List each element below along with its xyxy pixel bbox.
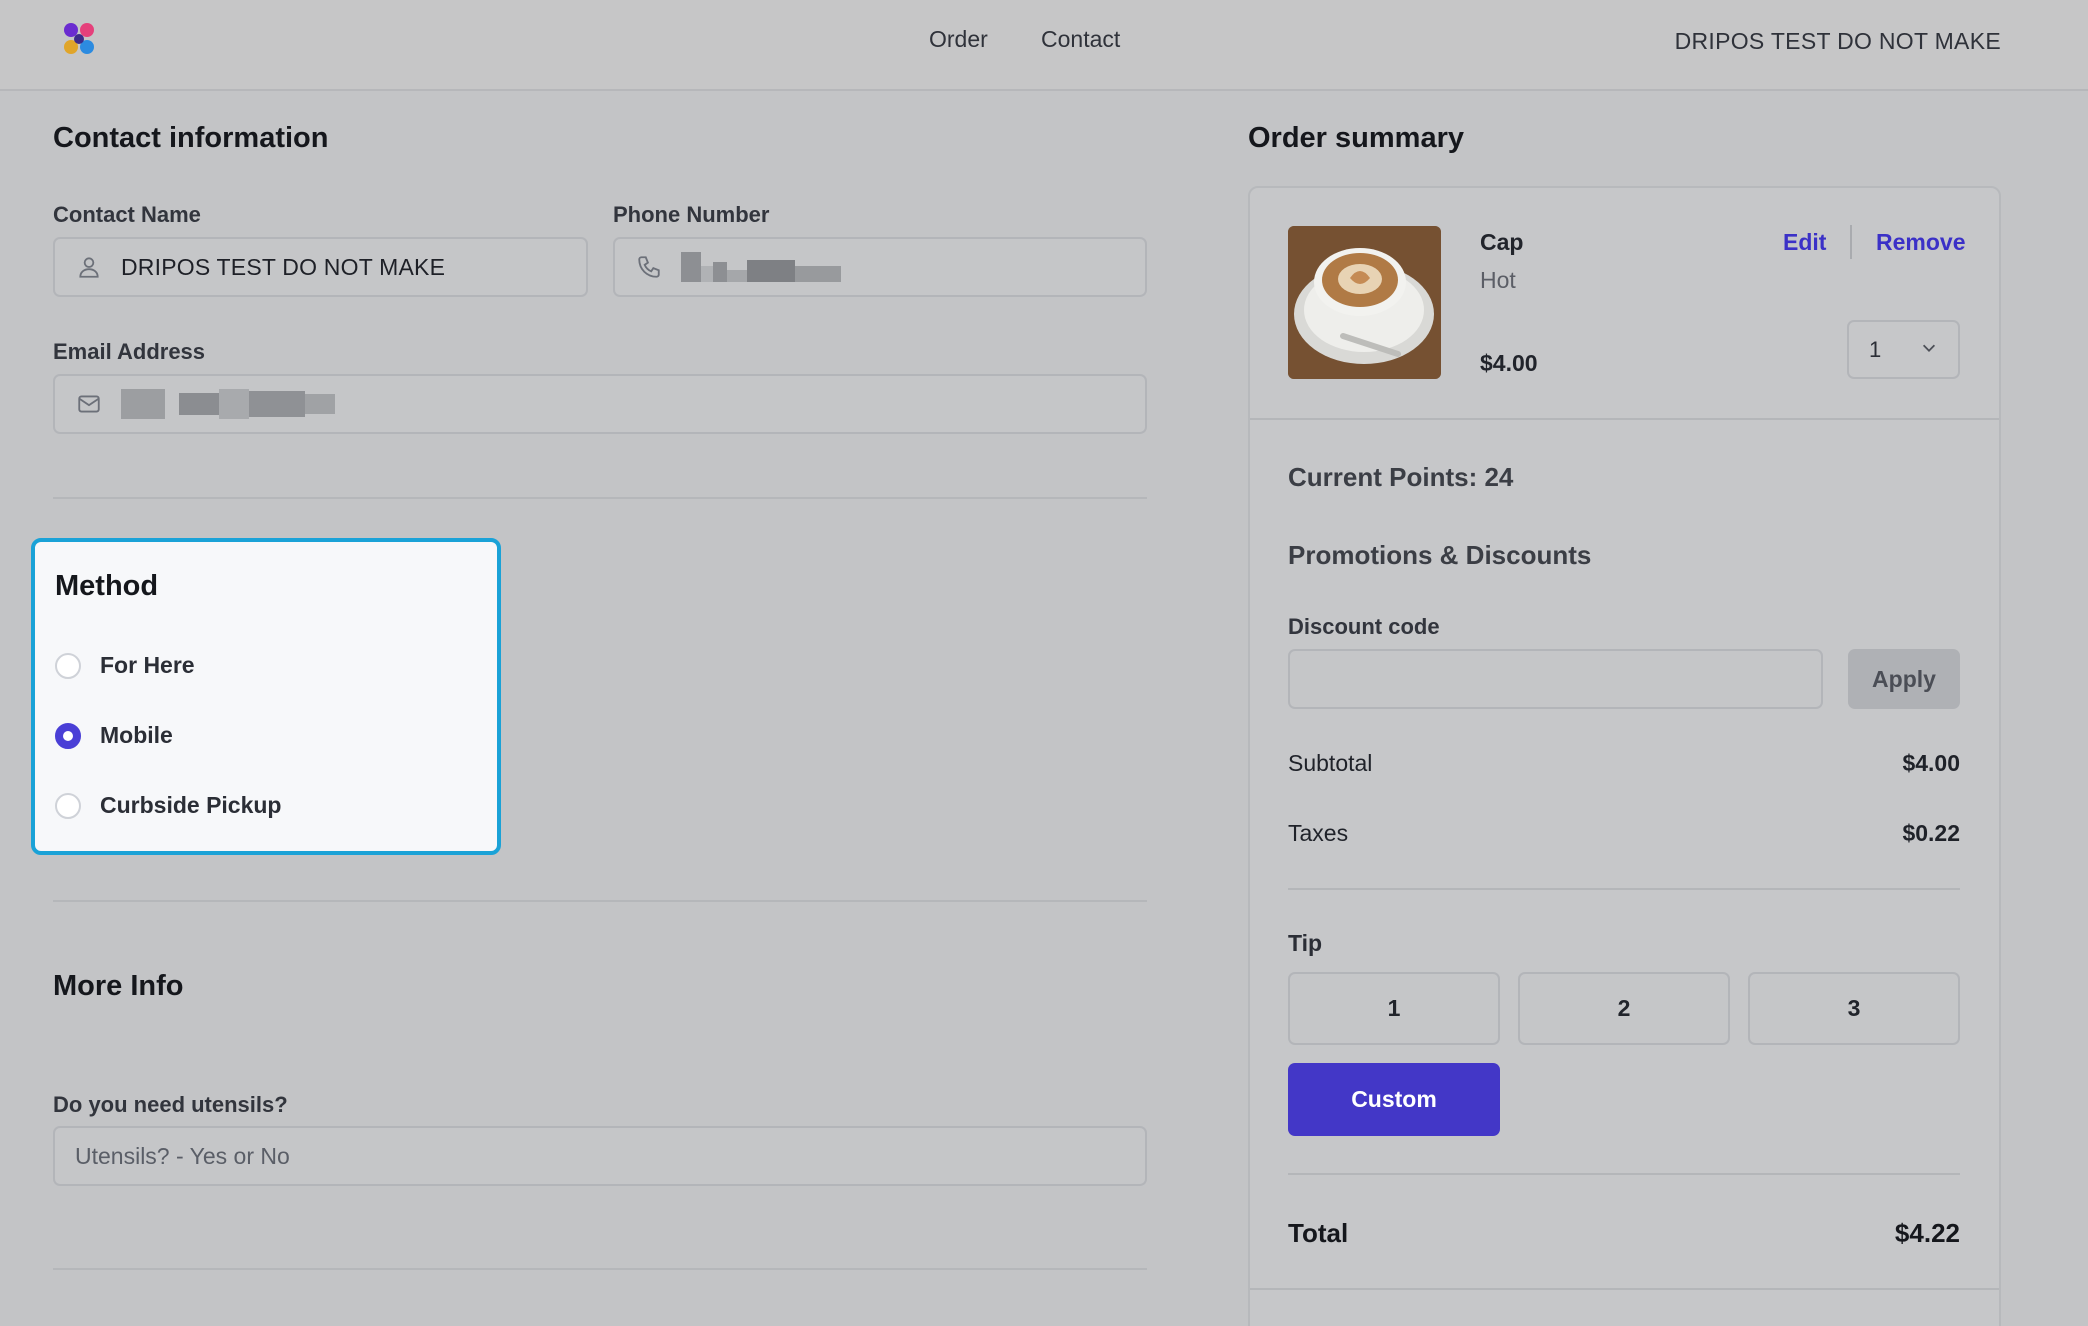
method-option-label: For Here [100,652,195,678]
nav-order-link[interactable]: Order [929,26,988,53]
contact-name-field[interactable]: DRIPOS TEST DO NOT MAKE [53,237,588,297]
subtotal-value: $4.00 [1902,750,1960,776]
subtotal-label: Subtotal [1288,750,1373,776]
user-icon [75,253,103,281]
phone-icon [635,253,663,281]
item-name: Cap [1480,229,1524,255]
current-points: Current Points: 24 [1288,462,1514,492]
tip-option-1-button[interactable]: 1 [1288,972,1500,1045]
phone-number-field[interactable] [613,237,1147,297]
item-variant: Hot [1480,267,1516,293]
nav-contact-link[interactable]: Contact [1041,26,1120,53]
discount-code-input[interactable] [1288,649,1823,709]
method-option-for-here[interactable]: For Here [55,652,195,679]
tip-label: Tip [1288,930,1323,956]
section-divider [53,497,1147,499]
apply-discount-button[interactable]: Apply [1848,649,1960,709]
section-divider [53,900,1147,902]
method-option-curbside-pickup[interactable]: Curbside Pickup [55,792,281,819]
discount-code-label: Discount code [1288,614,1440,639]
custom-tip-button[interactable]: Custom [1288,1063,1500,1136]
card-divider [1288,888,1960,890]
method-section: Method For Here Mobile Curbside Pickup [31,538,501,855]
email-address-redacted [121,389,335,419]
radio-mobile-selected[interactable] [55,722,81,749]
utensils-input[interactable] [53,1126,1147,1186]
method-option-label: Curbside Pickup [100,792,282,818]
remove-item-link[interactable]: Remove [1876,229,1965,256]
method-option-label: Mobile [100,722,173,748]
email-address-field[interactable] [53,374,1147,434]
mail-icon [75,390,103,418]
card-divider [1250,1288,1999,1290]
card-divider [1288,1173,1960,1175]
taxes-value: $0.22 [1902,820,1960,846]
contact-information-title: Contact information [53,122,329,154]
more-info-title: More Info [53,970,184,1002]
taxes-label: Taxes [1288,820,1349,846]
chevron-down-icon [1920,337,1938,363]
utensils-label: Do you need utensils? [53,1092,288,1117]
contact-name-label: Contact Name [53,202,201,227]
promotions-title: Promotions & Discounts [1288,540,1592,570]
top-navigation-bar: Order Contact DRIPOS TEST DO NOT MAKE [0,0,2088,91]
quantity-select[interactable]: 1 [1847,320,1960,379]
phone-number-label: Phone Number [613,202,770,227]
edit-item-link[interactable]: Edit [1783,229,1826,256]
quantity-value: 1 [1869,336,1882,362]
brand-logo[interactable] [60,20,98,58]
radio-for-here[interactable] [55,652,81,679]
order-summary-title: Order summary [1248,122,1464,154]
item-image [1288,226,1441,379]
method-option-mobile[interactable]: Mobile [55,722,173,749]
total-value: $4.22 [1894,1218,1960,1248]
phone-number-redacted [681,252,841,282]
email-address-label: Email Address [53,339,206,364]
item-price: $4.00 [1480,350,1538,376]
section-divider [53,1268,1147,1270]
card-divider [1250,418,1999,420]
account-name[interactable]: DRIPOS TEST DO NOT MAKE [1675,28,2001,55]
tip-option-2-button[interactable]: 2 [1518,972,1730,1045]
contact-name-value: DRIPOS TEST DO NOT MAKE [121,253,446,280]
link-separator [1850,225,1852,259]
radio-curbside-pickup[interactable] [55,792,81,819]
tip-option-3-button[interactable]: 3 [1748,972,1960,1045]
method-title: Method [55,570,159,602]
total-label: Total [1288,1218,1349,1248]
